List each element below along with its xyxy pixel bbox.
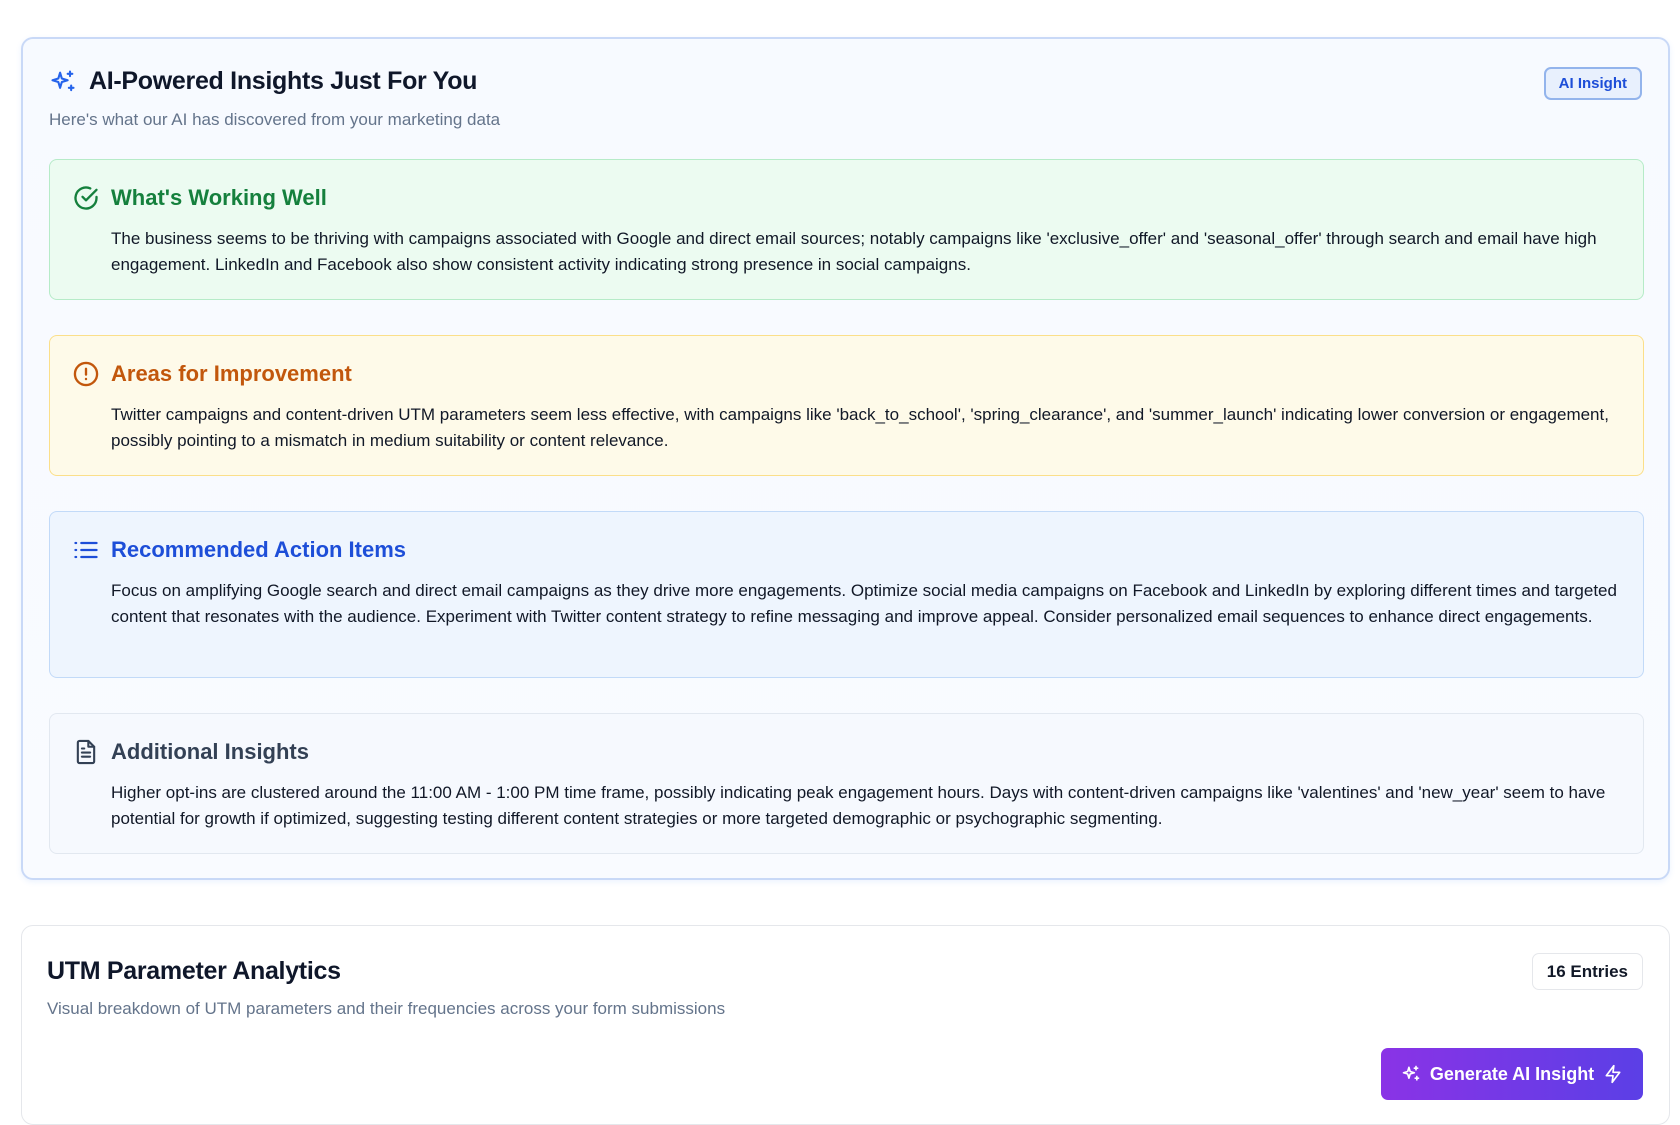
working-well-section: What's Working Well The business seems t… <box>49 159 1644 300</box>
sparkles-icon <box>49 68 77 96</box>
ai-insights-card: AI-Powered Insights Just For You AI Insi… <box>21 37 1670 880</box>
alert-circle-icon <box>72 360 100 388</box>
insights-title: AI-Powered Insights Just For You <box>89 67 478 95</box>
action-items-title: Recommended Action Items <box>111 537 407 562</box>
additional-insights-title: Additional Insights <box>111 739 309 764</box>
working-well-title: What's Working Well <box>111 185 327 210</box>
insights-title-wrap: AI-Powered Insights Just For You <box>49 67 1642 96</box>
document-icon <box>72 738 100 766</box>
action-items-section: Recommended Action Items Focus on amplif… <box>49 511 1644 678</box>
generate-ai-insight-label: Generate AI Insight <box>1429 1063 1595 1084</box>
improvement-title: Areas for Improvement <box>111 361 352 386</box>
utm-title: UTM Parameter Analytics <box>47 957 341 985</box>
improvement-body: Twitter campaigns and content-driven UTM… <box>111 405 1609 450</box>
ai-insight-badge: AI Insight <box>1543 67 1642 100</box>
utm-analytics-card: UTM Parameter Analytics Visual breakdown… <box>21 925 1670 1125</box>
check-circle-icon <box>72 184 100 212</box>
lightning-icon <box>1603 1064 1623 1084</box>
sparkles-icon <box>1401 1064 1421 1084</box>
working-well-body: The business seems to be thriving with c… <box>111 229 1597 274</box>
additional-insights-body: Higher opt-ins are clustered around the … <box>111 783 1606 828</box>
action-items-body: Focus on amplifying Google search and di… <box>111 581 1617 626</box>
insights-subtitle: Here's what our AI has discovered from y… <box>49 110 501 129</box>
improvement-section: Areas for Improvement Twitter campaigns … <box>49 335 1644 476</box>
list-icon <box>72 536 100 564</box>
insights-header: AI-Powered Insights Just For You AI Insi… <box>49 67 1642 107</box>
utm-subtitle: Visual breakdown of UTM parameters and t… <box>47 999 726 1018</box>
additional-insights-section: Additional Insights Higher opt-ins are c… <box>49 713 1644 854</box>
entries-count-badge: 16 Entries <box>1531 953 1643 990</box>
generate-ai-insight-button[interactable]: Generate AI Insight <box>1381 1048 1643 1100</box>
